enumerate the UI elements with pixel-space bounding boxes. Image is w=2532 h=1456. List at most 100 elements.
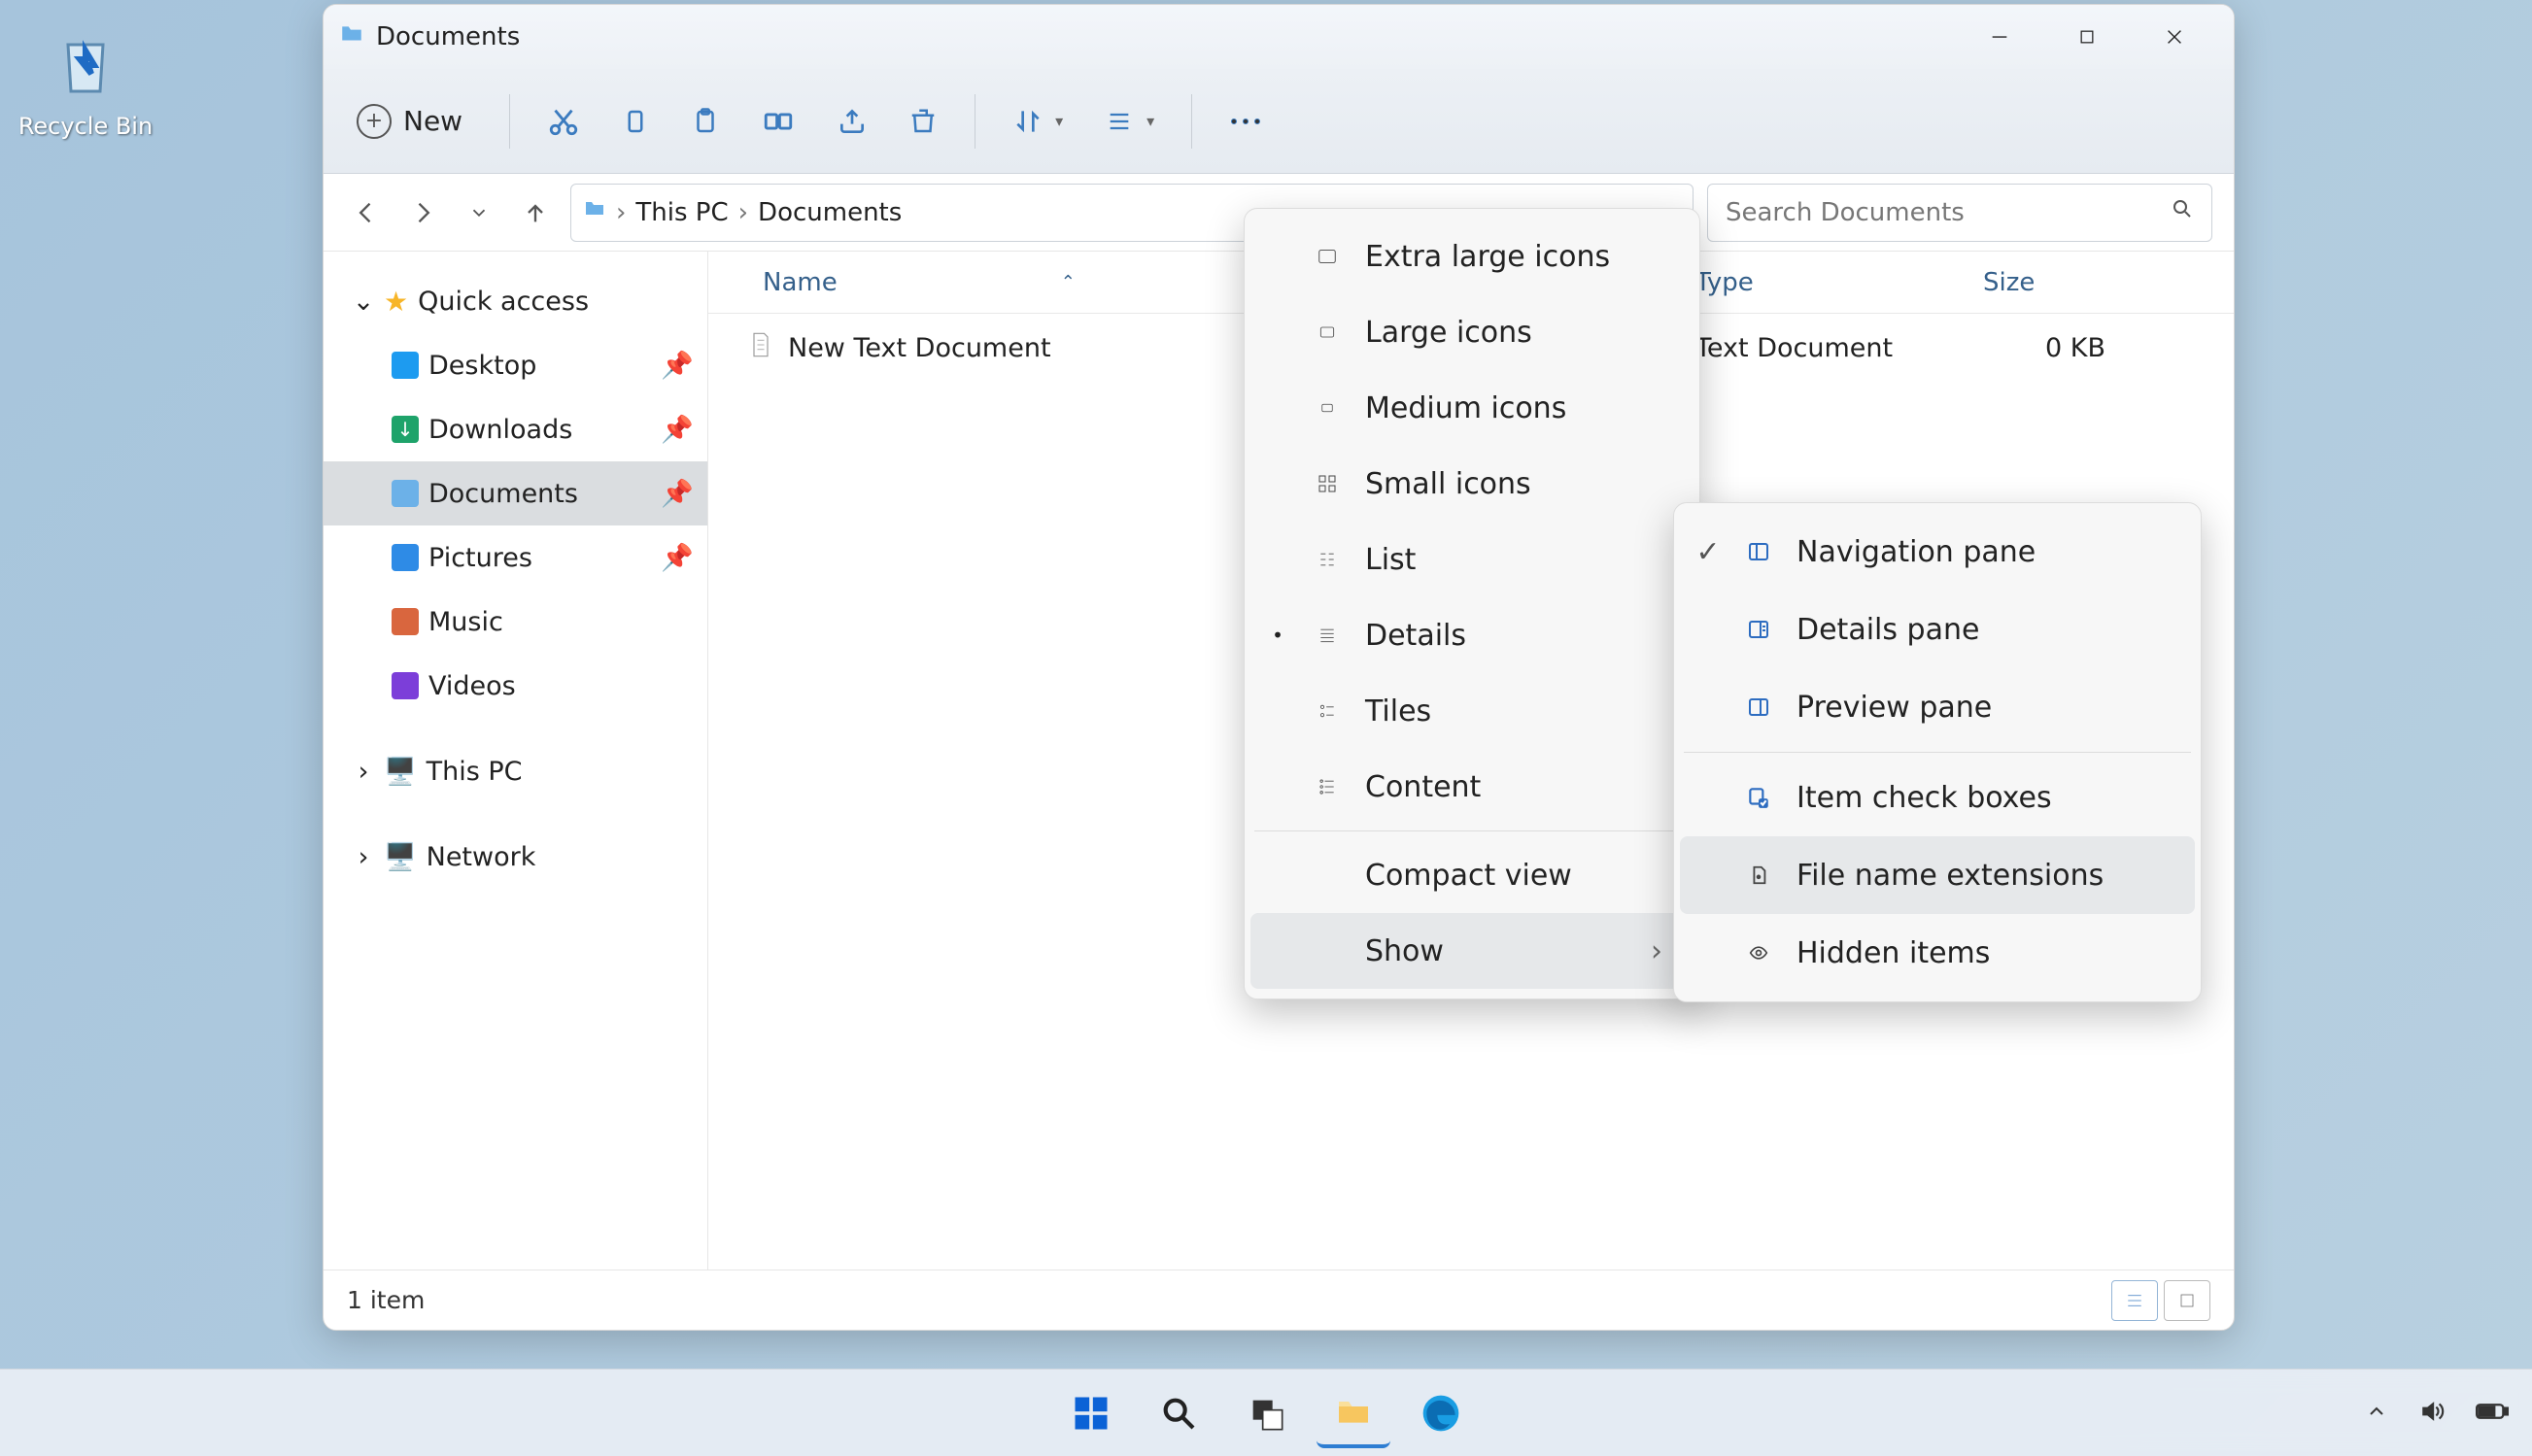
eye-icon <box>1742 943 1775 963</box>
search-icon <box>2171 197 2194 227</box>
task-view-button[interactable] <box>1229 1378 1303 1448</box>
titlebar[interactable]: Documents <box>324 5 2234 69</box>
checkbox-icon <box>1742 785 1775 810</box>
chevron-right-icon: › <box>616 198 626 227</box>
nav-tree: ⌄ ★ Quick access Desktop 📌 ↓ Downloads 📌… <box>324 252 708 1270</box>
pin-icon: 📌 <box>661 350 694 381</box>
battery-icon[interactable] <box>2476 1402 2509 1425</box>
list-icon <box>1311 550 1344 569</box>
maximize-button[interactable] <box>2043 12 2131 62</box>
menu-navigation-pane[interactable]: ✓ Navigation pane <box>1674 513 2201 591</box>
menu-large-icons[interactable]: Large icons <box>1245 294 1699 370</box>
download-icon: ↓ <box>392 416 419 443</box>
medium-icon <box>1311 399 1344 417</box>
sidebar-item-downloads[interactable]: ↓ Downloads 📌 <box>324 397 707 461</box>
content-icon <box>1311 777 1344 796</box>
menu-list[interactable]: List <box>1245 522 1699 597</box>
sidebar-item-quick-access[interactable]: ⌄ ★ Quick access <box>324 269 707 333</box>
file-explorer-taskbar[interactable] <box>1317 1378 1390 1448</box>
chevron-right-icon: › <box>353 757 374 787</box>
menu-preview-pane[interactable]: Preview pane <box>1674 668 2201 746</box>
details-pane-icon <box>1742 618 1775 641</box>
file-ext-icon <box>1742 862 1775 889</box>
chevron-right-icon: › <box>738 198 748 227</box>
sidebar-item-desktop[interactable]: Desktop 📌 <box>324 333 707 397</box>
forward-button[interactable] <box>401 191 444 234</box>
sort-button[interactable]: ▾ <box>997 88 1078 154</box>
menu-show[interactable]: Show › <box>1250 913 1694 989</box>
sidebar-item-videos[interactable]: Videos <box>324 654 707 718</box>
menu-medium-icons[interactable]: Medium icons <box>1245 370 1699 446</box>
details-icon <box>1311 626 1344 645</box>
search-box[interactable]: Search Documents <box>1707 184 2212 242</box>
delete-button[interactable] <box>893 88 953 154</box>
preview-pane-icon <box>1742 695 1775 719</box>
check-icon: ✓ <box>1695 535 1721 569</box>
recycle-bin-label: Recycle Bin <box>17 113 154 140</box>
nav-pane-icon <box>1742 540 1775 563</box>
minimize-button[interactable] <box>1956 12 2043 62</box>
recycle-bin-icon <box>39 29 132 107</box>
menu-hidden-items[interactable]: Hidden items <box>1674 914 2201 992</box>
recent-button[interactable] <box>458 191 500 234</box>
pin-icon: 📌 <box>661 542 694 573</box>
show-submenu: ✓ Navigation pane Details pane Preview p… <box>1673 502 2202 1002</box>
details-view-toggle[interactable] <box>2111 1280 2158 1321</box>
system-tray <box>2365 1399 2509 1428</box>
copy-button[interactable] <box>605 88 666 154</box>
more-button[interactable] <box>1214 88 1278 154</box>
sidebar-item-music[interactable]: Music <box>324 590 707 654</box>
recycle-bin[interactable]: Recycle Bin <box>17 29 154 140</box>
pictures-icon <box>392 544 419 571</box>
sidebar-item-network[interactable]: › 🖥️ Network <box>324 825 707 889</box>
sidebar-item-pictures[interactable]: Pictures 📌 <box>324 525 707 590</box>
cut-button[interactable] <box>531 88 596 154</box>
paste-button[interactable] <box>675 88 736 154</box>
up-button[interactable] <box>514 191 557 234</box>
menu-details-pane[interactable]: Details pane <box>1674 591 2201 668</box>
sort-asc-icon: ⌃ <box>1061 272 1076 292</box>
tiles-icon <box>1311 701 1344 721</box>
videos-icon <box>392 672 419 699</box>
column-size[interactable]: Size <box>1983 268 2135 297</box>
new-button[interactable]: + New <box>347 88 488 154</box>
star-icon: ★ <box>384 286 408 318</box>
selected-bullet: • <box>1266 624 1289 647</box>
back-button[interactable] <box>345 191 388 234</box>
tray-chevron-icon[interactable] <box>2365 1400 2388 1427</box>
chevron-right-icon: › <box>353 842 374 872</box>
close-button[interactable] <box>2131 12 2218 62</box>
menu-small-icons[interactable]: Small icons <box>1245 446 1699 522</box>
view-menu: Extra large icons Large icons Medium ico… <box>1244 208 1700 999</box>
extra-large-icon <box>1311 246 1344 267</box>
menu-details[interactable]: • Details <box>1245 597 1699 673</box>
sidebar-item-documents[interactable]: Documents 📌 <box>324 461 707 525</box>
rename-button[interactable] <box>745 88 811 154</box>
desktop-icon <box>392 352 419 379</box>
crumb-this-pc[interactable]: This PC <box>635 198 728 227</box>
large-icon <box>1311 322 1344 342</box>
search-placeholder: Search Documents <box>1726 198 1965 227</box>
folder-icon <box>339 21 364 53</box>
music-icon <box>392 608 419 635</box>
menu-compact-view[interactable]: Compact view <box>1245 837 1699 913</box>
crumb-documents[interactable]: Documents <box>758 198 902 227</box>
menu-extra-large-icons[interactable]: Extra large icons <box>1245 219 1699 294</box>
menu-content[interactable]: Content <box>1245 749 1699 825</box>
thumbnails-view-toggle[interactable] <box>2164 1280 2210 1321</box>
search-button[interactable] <box>1142 1378 1215 1448</box>
menu-item-checkboxes[interactable]: Item check boxes <box>1674 759 2201 836</box>
edge-taskbar[interactable] <box>1404 1378 1478 1448</box>
menu-tiles[interactable]: Tiles <box>1245 673 1699 749</box>
start-button[interactable] <box>1054 1378 1128 1448</box>
volume-icon[interactable] <box>2417 1399 2446 1428</box>
item-count: 1 item <box>347 1286 425 1314</box>
column-type[interactable]: Type <box>1695 268 1983 297</box>
toolbar: + New ▾ ▾ <box>324 69 2234 174</box>
share-button[interactable] <box>821 88 883 154</box>
chevron-down-icon: ⌄ <box>353 287 374 317</box>
view-button[interactable]: ▾ <box>1088 88 1170 154</box>
status-bar: 1 item <box>324 1270 2234 1330</box>
sidebar-item-this-pc[interactable]: › 🖥️ This PC <box>324 739 707 803</box>
menu-file-extensions[interactable]: File name extensions <box>1680 836 2195 914</box>
